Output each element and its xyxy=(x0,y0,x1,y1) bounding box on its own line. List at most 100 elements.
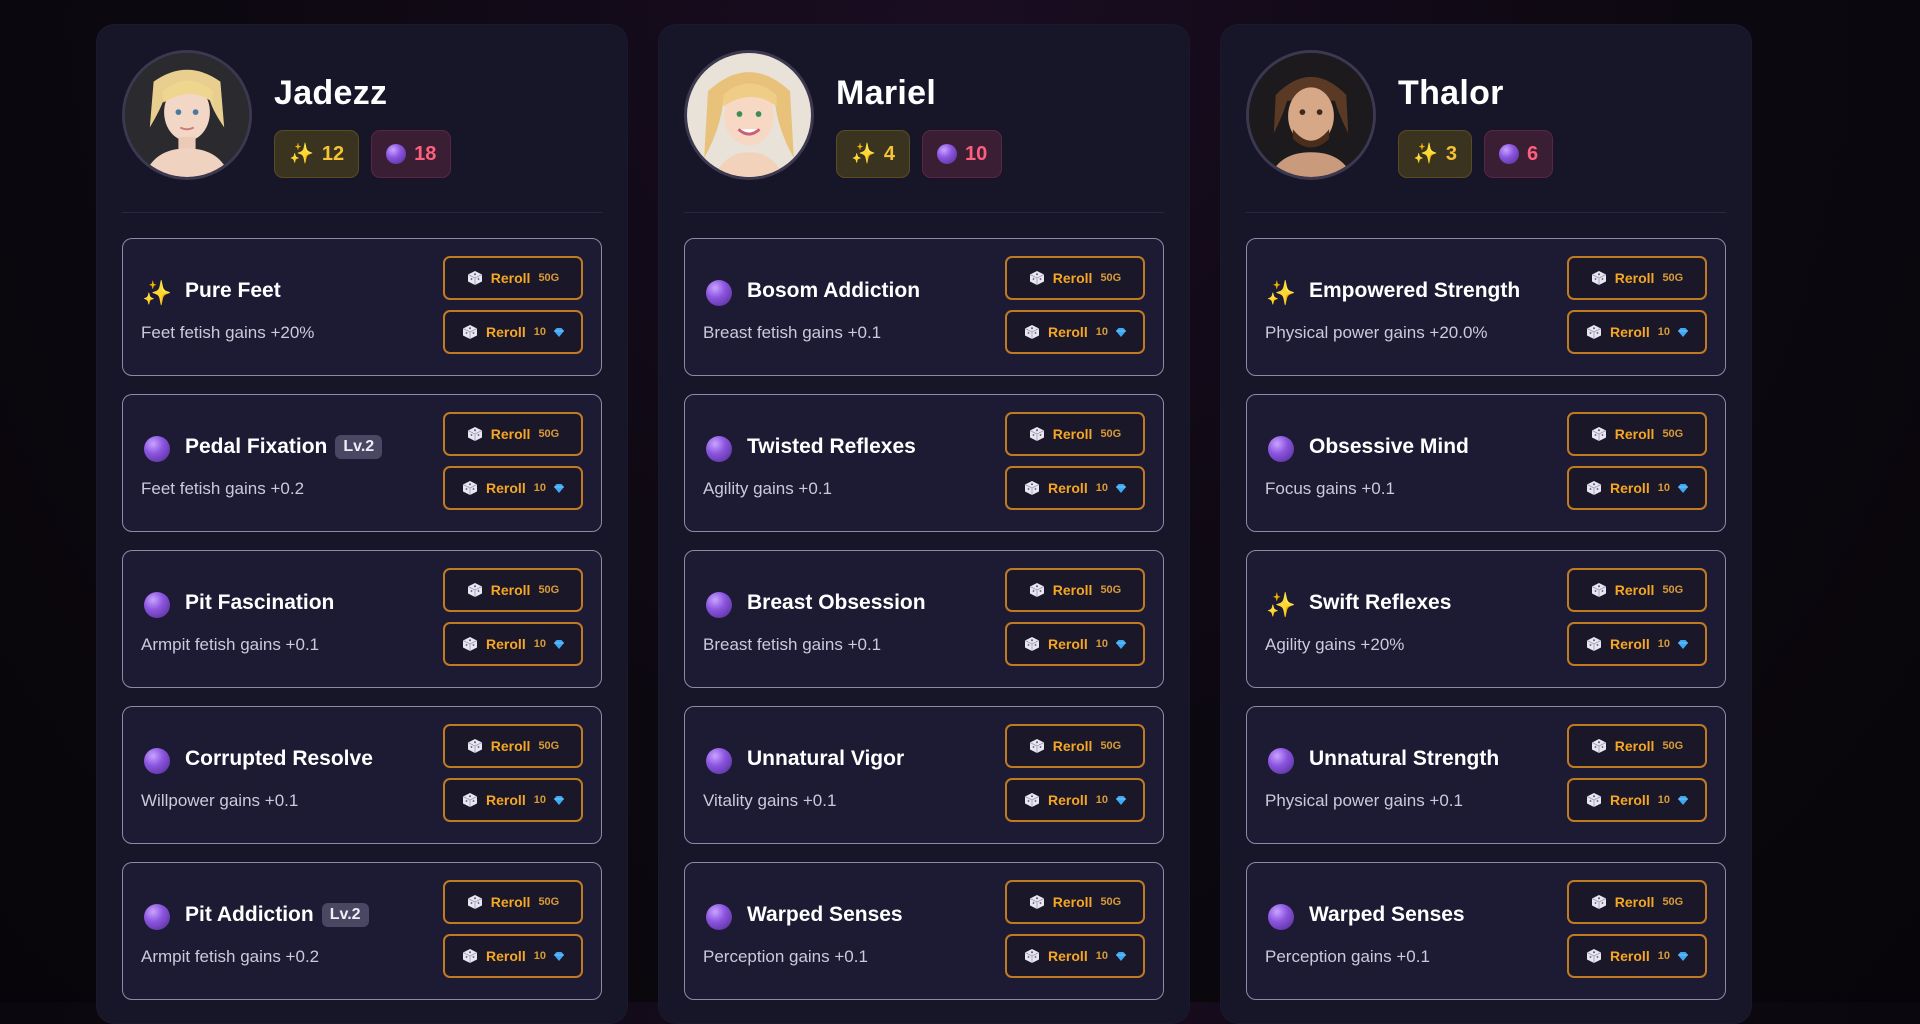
reroll-label: Reroll xyxy=(1052,426,1093,442)
reroll-gold-button[interactable]: Reroll 50G xyxy=(1567,880,1707,924)
character-header: Thalor ✨ 3 6 xyxy=(1246,50,1726,213)
reroll-gem-button[interactable]: Reroll 10 xyxy=(443,934,583,978)
trait-name: Unnatural Vigor xyxy=(747,747,905,770)
dice-icon xyxy=(1029,583,1044,597)
reroll-gold-button[interactable]: Reroll 50G xyxy=(1005,412,1145,456)
reroll-label: Reroll xyxy=(1614,738,1655,754)
gem-icon xyxy=(553,327,564,337)
level-badge: Lv.2 xyxy=(335,435,383,459)
gem-cost: 10 xyxy=(533,482,546,494)
gem-cost: 10 xyxy=(533,794,546,806)
sparkles-icon: ✨ xyxy=(1266,279,1296,307)
reroll-gem-button[interactable]: Reroll 10 xyxy=(443,778,583,822)
gem-icon xyxy=(1115,795,1126,805)
gem-icon xyxy=(1677,795,1688,805)
reroll-label: Reroll xyxy=(490,270,531,286)
reroll-label: Reroll xyxy=(1052,582,1093,598)
trait-card: Obsessive Mind Focus gains +0.1 Reroll 5… xyxy=(1246,394,1726,532)
reroll-gold-button[interactable]: Reroll 50G xyxy=(443,568,583,612)
orb-icon xyxy=(144,436,170,462)
reroll-label: Reroll xyxy=(1614,270,1655,286)
trait-description: Breast fetish gains +0.1 xyxy=(703,323,882,342)
reroll-gold-button[interactable]: Reroll 50G xyxy=(1567,568,1707,612)
orb-count: 18 xyxy=(414,142,437,165)
dice-icon xyxy=(1029,427,1044,441)
reroll-gold-button[interactable]: Reroll 50G xyxy=(1005,724,1145,768)
trait-description: Vitality gains +0.1 xyxy=(703,791,837,810)
trait-name: Bosom Addiction xyxy=(747,279,921,302)
reroll-gold-button[interactable]: Reroll 50G xyxy=(443,880,583,924)
gem-icon xyxy=(553,483,564,493)
reroll-gem-button[interactable]: Reroll 10 xyxy=(443,466,583,510)
reroll-gem-button[interactable]: Reroll 10 xyxy=(443,310,583,354)
sparkles-icon: ✨ xyxy=(1413,143,1438,165)
dice-icon xyxy=(1024,949,1040,963)
reroll-label: Reroll xyxy=(1052,894,1093,910)
gem-cost: 10 xyxy=(1657,950,1670,962)
reroll-gem-button[interactable]: Reroll 10 xyxy=(1005,310,1145,354)
reroll-gem-button[interactable]: Reroll 10 xyxy=(1567,310,1707,354)
reroll-label: Reroll xyxy=(1610,792,1650,808)
reroll-gold-button[interactable]: Reroll 50G xyxy=(443,412,583,456)
reroll-label: Reroll xyxy=(1614,426,1655,442)
orb-icon xyxy=(1268,436,1294,462)
reroll-gem-button[interactable]: Reroll 10 xyxy=(1567,778,1707,822)
reroll-gem-button[interactable]: Reroll 10 xyxy=(1567,934,1707,978)
reroll-gold-button[interactable]: Reroll 50G xyxy=(443,724,583,768)
trait-card: Warped Senses Perception gains +0.1 Rero… xyxy=(684,862,1164,1000)
gold-cost: 50G xyxy=(1100,584,1122,596)
reroll-gold-button[interactable]: Reroll 50G xyxy=(1567,412,1707,456)
reroll-label: Reroll xyxy=(490,426,531,442)
sparkle-count: 3 xyxy=(1445,142,1458,165)
character-panel: Jadezz ✨ 12 18 ✨ Pure Feet Feet fetish g… xyxy=(96,24,628,1024)
avatar-portrait-image xyxy=(687,53,811,177)
trait-name: Obsessive Mind xyxy=(1309,435,1469,458)
dice-icon xyxy=(1591,739,1606,753)
gem-icon xyxy=(553,639,564,649)
sparkle-counter: ✨ 4 xyxy=(836,130,911,178)
character-name: Mariel xyxy=(836,74,937,112)
reroll-gem-button[interactable]: Reroll 10 xyxy=(1005,934,1145,978)
reroll-gem-button[interactable]: Reroll 10 xyxy=(1567,466,1707,510)
dice-icon xyxy=(1586,637,1602,651)
reroll-gem-button[interactable]: Reroll 10 xyxy=(1005,778,1145,822)
reroll-gem-button[interactable]: Reroll 10 xyxy=(1005,622,1145,666)
dice-icon xyxy=(1024,481,1040,495)
avatar[interactable] xyxy=(684,50,814,180)
dice-icon xyxy=(1029,739,1044,753)
gem-icon xyxy=(1115,951,1126,961)
gold-cost: 50G xyxy=(1662,428,1684,440)
orb-count: 10 xyxy=(965,142,988,165)
reroll-label: Reroll xyxy=(486,324,526,340)
reroll-buttons: Reroll 50G Reroll 10 xyxy=(443,412,583,510)
avatar[interactable] xyxy=(1246,50,1376,180)
dice-icon xyxy=(1586,481,1602,495)
reroll-buttons: Reroll 50G Reroll 10 xyxy=(1005,412,1145,510)
reroll-gold-button[interactable]: Reroll 50G xyxy=(1567,256,1707,300)
reroll-gem-button[interactable]: Reroll 10 xyxy=(443,622,583,666)
reroll-gold-button[interactable]: Reroll 50G xyxy=(443,256,583,300)
orb-icon xyxy=(706,904,732,930)
reroll-label: Reroll xyxy=(490,894,531,910)
sparkle-counter: ✨ 12 xyxy=(274,130,360,178)
reroll-gold-button[interactable]: Reroll 50G xyxy=(1005,256,1145,300)
trait-description: Armpit fetish gains +0.1 xyxy=(141,635,320,654)
orb-counter: 18 xyxy=(371,130,452,178)
trait-card: Unnatural Vigor Vitality gains +0.1 Rero… xyxy=(684,706,1164,844)
reroll-label: Reroll xyxy=(490,738,531,754)
gem-cost: 10 xyxy=(1657,794,1670,806)
avatar[interactable] xyxy=(122,50,252,180)
orb-icon xyxy=(386,144,407,164)
dice-icon xyxy=(467,271,482,285)
resource-counters: ✨ 3 6 xyxy=(1398,130,1554,178)
reroll-gem-button[interactable]: Reroll 10 xyxy=(1005,466,1145,510)
gem-cost: 10 xyxy=(533,950,546,962)
reroll-gold-button[interactable]: Reroll 50G xyxy=(1005,568,1145,612)
reroll-gold-button[interactable]: Reroll 50G xyxy=(1005,880,1145,924)
reroll-gold-button[interactable]: Reroll 50G xyxy=(1567,724,1707,768)
trait-card: Bosom Addiction Breast fetish gains +0.1… xyxy=(684,238,1164,376)
character-name: Jadezz xyxy=(274,74,388,112)
reroll-gem-button[interactable]: Reroll 10 xyxy=(1567,622,1707,666)
avatar-portrait-image xyxy=(1249,53,1373,177)
orb-icon xyxy=(1268,904,1294,930)
